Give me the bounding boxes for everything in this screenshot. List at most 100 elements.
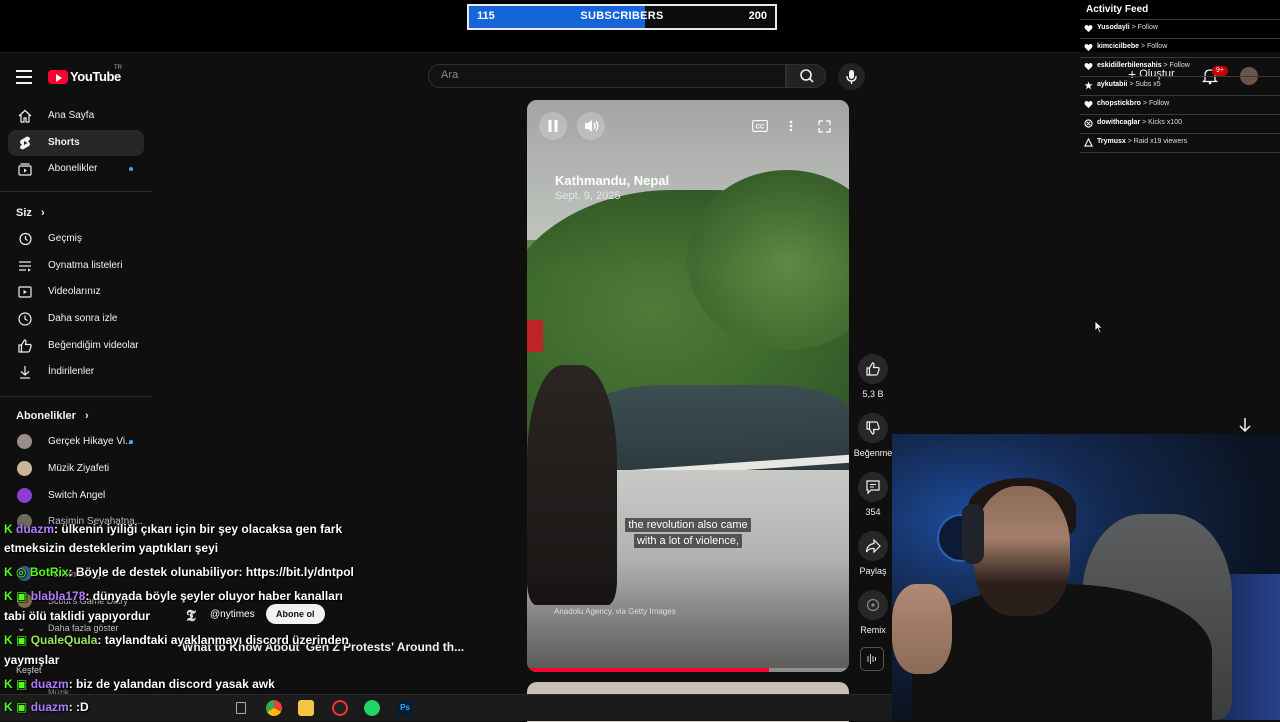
feed-action: > Follow xyxy=(1140,43,1168,50)
dislike-button[interactable]: Beğenme xyxy=(854,413,892,458)
shorts-video-player[interactable]: CC Kathmandu, Nepal Sept. 9, 2025 the re… xyxy=(527,100,849,672)
kick-badge-icon: K xyxy=(4,700,13,714)
share-button[interactable]: Paylaş xyxy=(857,531,889,576)
search-icon xyxy=(800,69,814,83)
subscriber-goal-target: 200 xyxy=(748,10,767,22)
search-button[interactable] xyxy=(786,64,826,88)
activity-feed-item: dowithcaglar > Kicks x100 xyxy=(1080,114,1280,132)
more-options-icon[interactable] xyxy=(789,120,793,132)
comments-button[interactable]: 354 xyxy=(857,472,889,517)
volume-icon xyxy=(585,120,599,132)
chat-message: K ◎ BotRix: Böyle de destek olunabiliyor… xyxy=(4,565,354,579)
channel-avatar xyxy=(17,461,32,476)
bot-badge-icon: ◎ xyxy=(16,565,27,579)
windows-taskbar: Ps xyxy=(0,694,892,721)
task-view-icon[interactable] xyxy=(236,702,246,714)
streamer-body xyxy=(912,584,1212,720)
sidebar-subscription[interactable]: Switch Angel xyxy=(8,483,144,509)
arrow-down-icon[interactable] xyxy=(1234,414,1256,436)
sidebar-section-subscriptions[interactable]: Abonelikler › xyxy=(16,410,89,422)
feed-action: > Follow xyxy=(1163,62,1190,69)
watch-later-icon xyxy=(18,312,32,326)
channel-name: Switch Angel xyxy=(48,490,106,501)
sound-button[interactable] xyxy=(860,647,884,671)
pause-icon xyxy=(548,120,558,132)
fullscreen-icon[interactable] xyxy=(818,120,831,133)
history-icon xyxy=(19,232,32,246)
hamburger-menu-icon[interactable] xyxy=(16,70,32,84)
subtitle-line: the revolution also came xyxy=(625,518,751,532)
section-title: Siz xyxy=(16,207,32,219)
chat-message: K ▣ duazm: :D xyxy=(4,700,89,714)
photoshop-icon[interactable]: Ps xyxy=(397,700,413,716)
share-icon xyxy=(865,538,881,554)
subscriber-badge-icon: ▣ xyxy=(16,700,28,714)
star-icon xyxy=(1084,81,1093,90)
like-count: 5,3 B xyxy=(862,389,884,399)
chat-username: BotRix xyxy=(29,565,69,579)
sidebar-item-label: Videolarınız xyxy=(48,286,101,297)
feed-user: aykutabii xyxy=(1097,81,1128,88)
sidebar-item-shorts[interactable]: Shorts xyxy=(8,130,144,156)
feed-user: Yusodayli xyxy=(1097,24,1130,31)
search-box[interactable] xyxy=(428,64,786,88)
subscriber-goal-label: SUBSCRIBERS xyxy=(580,10,664,22)
sidebar-item-history[interactable]: Geçmiş xyxy=(8,226,144,252)
sidebar-subscription[interactable]: Müzik Ziyafeti xyxy=(8,456,144,482)
whatsapp-icon[interactable] xyxy=(364,700,380,716)
pause-button[interactable] xyxy=(539,112,567,140)
sidebar-item-label: Oynatma listeleri xyxy=(48,260,123,271)
microphone-icon xyxy=(846,70,857,84)
streamer-webcam xyxy=(892,434,1280,720)
chat-text: : ülkenin iyiliği çıkarı için bir şey ol… xyxy=(54,522,343,536)
feed-action: > Kicks x100 xyxy=(1142,119,1183,126)
chevron-right-icon: › xyxy=(40,207,45,219)
subscribe-button[interactable]: Abone ol xyxy=(266,604,325,624)
video-subtitles: the revolution also came with a lot of v… xyxy=(527,517,849,549)
kick-badge-icon: K xyxy=(4,633,13,647)
sidebar-item-downloads[interactable]: İndirilenler xyxy=(8,359,144,385)
heart-icon xyxy=(1084,63,1093,71)
sidebar-section-you[interactable]: Siz › xyxy=(16,207,45,219)
sidebar-item-label: Beğendiğim videolar xyxy=(48,340,139,351)
video-progress-bar[interactable] xyxy=(527,668,849,672)
sidebar-item-label: Ana Sayfa xyxy=(48,110,95,121)
like-button[interactable]: 5,3 B xyxy=(857,354,889,399)
playlist-icon xyxy=(19,261,31,272)
chrome-icon[interactable] xyxy=(266,700,282,716)
headphones xyxy=(962,504,984,564)
sidebar-item-liked-videos[interactable]: Beğendiğim videolar xyxy=(8,333,144,359)
remix-icon xyxy=(866,598,880,612)
sidebar-item-watch-later[interactable]: Daha sonra izle xyxy=(8,306,144,332)
captions-icon[interactable]: CC xyxy=(752,120,768,132)
channel-name[interactable]: @nytimes xyxy=(210,609,255,620)
file-explorer-icon[interactable] xyxy=(298,700,314,716)
volume-button[interactable] xyxy=(577,112,605,140)
heart-icon xyxy=(1084,101,1093,109)
sidebar-item-playlists[interactable]: Oynatma listeleri xyxy=(8,253,144,279)
youtube-logo[interactable]: YouTube TR xyxy=(48,65,138,87)
sidebar-item-your-videos[interactable]: Videolarınız xyxy=(8,279,144,305)
chat-message: K ▣ blabla178: dünyada böyle şeyler oluy… xyxy=(4,589,343,603)
home-icon xyxy=(18,109,32,123)
sidebar-subscription[interactable]: Gerçek Hikaye Vi... xyxy=(8,429,144,455)
feed-action: > Follow xyxy=(1131,24,1158,31)
heart-icon xyxy=(1084,44,1093,52)
feed-action: > Raid x19 viewers xyxy=(1127,138,1188,145)
search-input[interactable] xyxy=(441,69,771,81)
thumbs-up-icon xyxy=(866,362,880,376)
voice-search-button[interactable] xyxy=(838,63,865,90)
your-videos-icon xyxy=(18,286,32,298)
obs-icon[interactable] xyxy=(332,700,348,716)
chat-text: : Böyle de destek olunabiliyor: https://… xyxy=(68,565,354,579)
subscriptions-icon xyxy=(18,163,32,176)
sidebar-divider xyxy=(0,396,152,397)
chat-message-continued: yaymışlar xyxy=(4,653,60,667)
sidebar-item-subscriptions[interactable]: Abonelikler xyxy=(8,156,144,182)
chat-username: blabla178 xyxy=(30,589,86,603)
sidebar-item-label: Geçmiş xyxy=(48,233,82,244)
thumbs-up-icon xyxy=(18,339,32,353)
channel-logo[interactable]: 𝕿 xyxy=(186,606,196,626)
sidebar-item-home[interactable]: Ana Sayfa xyxy=(8,103,144,129)
remix-button[interactable]: Remix xyxy=(857,590,889,635)
